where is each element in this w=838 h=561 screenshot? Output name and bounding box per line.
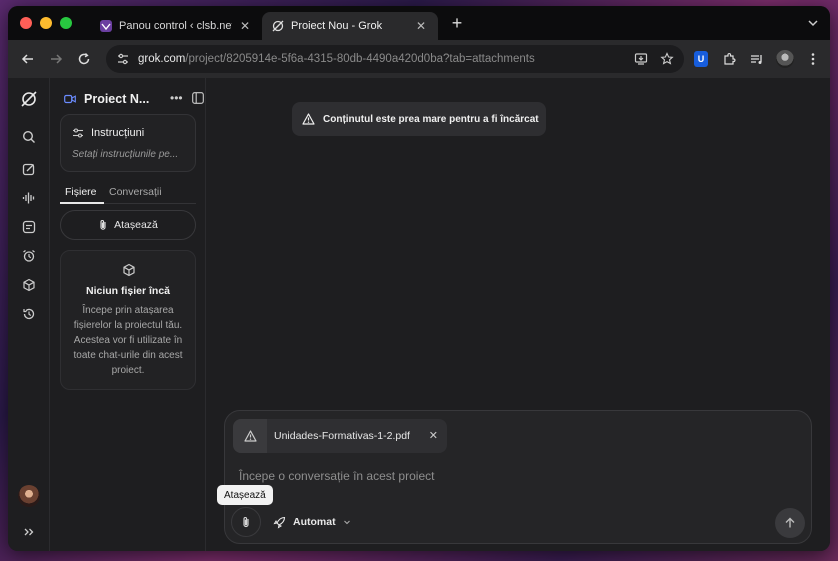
more-menu-icon[interactable] — [804, 50, 822, 68]
url-path: /project/8205914e-5f6a-4315-80db-4490a42… — [185, 53, 535, 65]
user-avatar[interactable] — [18, 485, 40, 507]
tab-strip: Panou control ‹ clsb.net — W... ✕ Proiec… — [8, 6, 830, 40]
profile-avatar[interactable] — [776, 50, 794, 68]
back-button[interactable] — [16, 47, 40, 71]
tab-files[interactable]: Fișiere — [65, 186, 97, 198]
grok-logo-icon[interactable] — [20, 90, 38, 108]
chevron-down-icon — [343, 520, 350, 525]
browser-tab-panou[interactable]: Panou control ‹ clsb.net — W... ✕ — [90, 12, 262, 40]
search-icon[interactable] — [20, 128, 38, 146]
tab-conversations[interactable]: Conversații — [109, 186, 162, 198]
attach-button-label: Atașează — [114, 219, 158, 231]
instructions-placeholder: Setați instrucțiunile pe... — [72, 149, 179, 160]
maximize-window-button[interactable] — [60, 17, 72, 29]
close-tab-icon[interactable]: ✕ — [414, 19, 428, 33]
new-tab-button[interactable]: + — [448, 14, 466, 32]
project-panel: Proiect N... ••• Instrucțiuni Setați ins… — [50, 78, 206, 551]
attach-tooltip: Atașează — [217, 485, 273, 505]
password-manager-icon[interactable]: U — [692, 50, 710, 68]
cube-icon — [123, 263, 135, 277]
voice-icon[interactable] — [20, 189, 38, 207]
toggle-panel-icon[interactable] — [192, 92, 204, 104]
message-input[interactable]: Începe o conversație în acest proiect — [239, 469, 434, 483]
icon-rail — [8, 78, 50, 551]
error-toast: Conținutul este prea mare pentru a fi în… — [292, 102, 546, 136]
notes-icon[interactable] — [20, 218, 38, 236]
arrow-right-icon — [51, 54, 63, 64]
empty-description: Începe prin atașarea fișierelor la proie… — [73, 305, 183, 376]
history-icon[interactable] — [20, 305, 38, 323]
warning-icon — [302, 113, 315, 125]
paperclip-icon — [100, 220, 106, 230]
active-tab-indicator — [60, 202, 104, 204]
bookmark-star-icon[interactable] — [660, 52, 674, 66]
url-host: grok.com — [138, 53, 186, 65]
video-icon — [64, 94, 76, 104]
browser-toolbar: grok.com /project/8205914e-5f6a-4315-80d… — [8, 40, 830, 78]
install-app-icon[interactable] — [634, 52, 648, 66]
model-selector[interactable]: Automat — [273, 512, 351, 532]
instructions-card[interactable]: Instrucțiuni Setați instrucțiunile pe... — [60, 114, 196, 172]
empty-title: Niciun fișier încă — [85, 285, 171, 297]
reload-icon — [78, 53, 90, 65]
close-tab-icon[interactable]: ✕ — [238, 19, 252, 33]
model-label: Automat — [293, 516, 336, 528]
instructions-title: Instrucțiuni — [91, 127, 145, 139]
grok-icon — [272, 20, 284, 32]
file-warning — [233, 419, 267, 453]
project-tabs: Fișiere Conversații — [60, 182, 196, 204]
expand-sidebar-icon[interactable] — [20, 523, 38, 541]
arrow-left-icon — [21, 54, 33, 64]
tab-title: Proiect Nou - Grok — [291, 20, 383, 32]
close-window-button[interactable] — [20, 17, 32, 29]
project-header: Proiect N... ••• — [64, 90, 204, 108]
rocket-icon — [273, 516, 286, 529]
warning-icon — [243, 430, 257, 442]
attach-file-button[interactable] — [231, 507, 261, 537]
site-settings-icon[interactable] — [116, 52, 130, 66]
chat-composer: Unidades-Formativas-1-2.pdf ✕ Începe o c… — [217, 410, 812, 544]
address-bar[interactable]: grok.com /project/8205914e-5f6a-4315-80d… — [106, 45, 684, 73]
empty-files-card: Niciun fișier încă Începe prin atașarea … — [60, 250, 196, 390]
wp-icon — [100, 20, 112, 32]
chevron-down-icon[interactable] — [806, 16, 820, 30]
attached-file-chip: Unidades-Formativas-1-2.pdf ✕ — [233, 419, 447, 453]
extensions-icon[interactable] — [720, 50, 738, 68]
sliders-icon — [73, 128, 83, 138]
alarm-clock-icon[interactable] — [20, 247, 38, 265]
minimize-window-button[interactable] — [40, 17, 52, 29]
file-name: Unidades-Formativas-1-2.pdf — [274, 430, 410, 442]
paperclip-icon — [243, 516, 249, 527]
cube-icon[interactable] — [20, 276, 38, 294]
tab-title: Panou control ‹ clsb.net — W... — [119, 20, 232, 32]
browser-window: Panou control ‹ clsb.net — W... ✕ Proiec… — [8, 6, 830, 551]
more-options-icon[interactable]: ••• — [170, 91, 183, 105]
main-content: Conținutul este prea mare pentru a fi în… — [206, 78, 830, 551]
toast-message: Conținutul este prea mare pentru a fi în… — [323, 113, 539, 125]
forward-button[interactable] — [44, 47, 68, 71]
send-button[interactable] — [775, 508, 805, 538]
reload-button[interactable] — [72, 47, 96, 71]
arrow-up-icon — [785, 517, 795, 528]
window-controls — [20, 17, 72, 29]
new-chat-icon[interactable] — [20, 160, 38, 178]
media-controls-icon[interactable] — [748, 50, 766, 68]
browser-tab-grok[interactable]: Proiect Nou - Grok ✕ — [262, 12, 438, 40]
grok-app: Proiect N... ••• Instrucțiuni Setați ins… — [8, 78, 830, 551]
remove-file-icon[interactable]: ✕ — [429, 429, 438, 442]
project-name[interactable]: Proiect N... — [84, 92, 149, 106]
attach-button[interactable]: Atașează — [60, 210, 196, 240]
